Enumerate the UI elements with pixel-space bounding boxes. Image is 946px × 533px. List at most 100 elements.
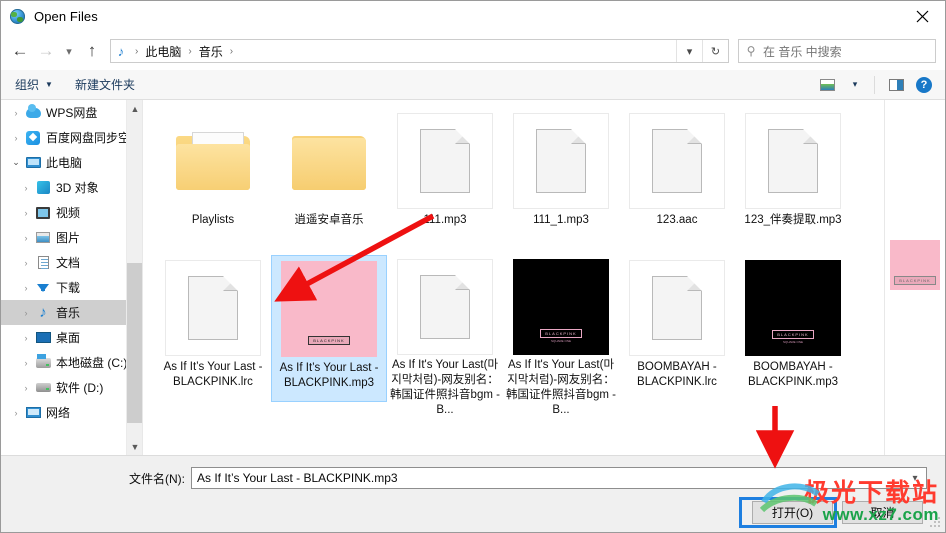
sidebar-item-12[interactable]: › 网络	[1, 400, 142, 425]
chevron-down-icon[interactable]: ⌄	[9, 157, 23, 168]
forward-button[interactable]: →	[33, 38, 59, 64]
file-tile[interactable]: Playlists	[155, 108, 271, 255]
sidebar-item-10[interactable]: › 本地磁盘 (C:)	[1, 350, 142, 375]
thumbnail-frame	[513, 113, 609, 209]
chevron-right-icon[interactable]: ›	[19, 183, 33, 193]
file-thumbnail	[744, 112, 842, 210]
file-name-label: As If It's Your Last(마지막처럼)-网友别名：韩国证件照抖音…	[390, 359, 500, 416]
back-button[interactable]: ←	[7, 38, 33, 64]
sidebar-item-5[interactable]: › 图片	[1, 225, 142, 250]
thumbnail-frame	[397, 259, 493, 355]
file-grid: Playlists 逍遥安卓音乐 111.mp3 111_1.mp3 123.aac 12…	[143, 100, 884, 416]
sidebar-item-label: WPS网盘	[46, 106, 98, 120]
address-bar[interactable]: ♪ › 此电脑 › 音乐 › ▾ ↻	[110, 39, 729, 63]
sidebar-item-3[interactable]: › 3D 对象	[1, 175, 142, 200]
file-thumbnail	[164, 259, 262, 357]
sidebar-item-label: 桌面	[56, 331, 81, 345]
thumbnail-frame	[629, 113, 725, 209]
resize-grip-icon[interactable]	[930, 517, 942, 529]
sidebar-item-8[interactable]: › ♪ 音乐	[1, 300, 142, 325]
scrollbar-thumb[interactable]	[127, 263, 142, 423]
file-tile[interactable]: BLACKPINK As If It’s Your Last - BLACKPIN…	[271, 255, 387, 402]
chevron-right-icon[interactable]: ›	[9, 108, 23, 118]
chevron-down-icon[interactable]: ▼	[127, 438, 142, 455]
file-tile[interactable]: 123.aac	[619, 108, 735, 255]
file-tile[interactable]: BOOMBAYAH - BLACKPINK.lrc	[619, 255, 735, 402]
documents-icon	[33, 256, 53, 269]
breadcrumb-item-this-pc[interactable]: 此电脑	[142, 43, 184, 60]
desktop-icon	[33, 332, 53, 343]
chevron-right-icon[interactable]: ›	[19, 208, 33, 218]
chevron-down-icon[interactable]: ▾	[676, 40, 702, 62]
chevron-right-icon[interactable]: ›	[19, 358, 33, 368]
thumbnail-frame	[745, 113, 841, 209]
help-icon[interactable]: ?	[911, 74, 937, 96]
navigation-pane: › WPS网盘 › 百度网盘同步空间 ⌄ 此电脑 › 3D 对象 › 视频 › 图片 › 文档 › 下载 › ♪ 音…	[1, 100, 142, 455]
file-tile[interactable]: 111_1.mp3	[503, 108, 619, 255]
file-tile[interactable]: BLACKPINK SQUARE ONE As If It's Your Last(…	[503, 255, 619, 416]
sidebar-item-label: 视频	[56, 206, 81, 220]
chevron-down-icon[interactable]: ▾	[904, 473, 926, 484]
preview-pane-icon[interactable]	[883, 74, 909, 96]
document-icon	[188, 276, 238, 340]
chevron-down-icon[interactable]: ▾	[842, 74, 868, 96]
document-icon	[652, 276, 702, 340]
help-glyph: ?	[916, 76, 932, 93]
file-tile[interactable]: 123_伴奏提取.mp3	[735, 108, 851, 255]
sidebar-item-11[interactable]: › 软件 (D:)	[1, 375, 142, 400]
open-button[interactable]: 打开(O)	[752, 501, 833, 524]
sidebar-item-7[interactable]: › 下载	[1, 275, 142, 300]
view-options-icon[interactable]	[814, 74, 840, 96]
sidebar-item-2[interactable]: ⌄ 此电脑	[1, 150, 142, 175]
file-thumbnail	[164, 112, 262, 210]
sidebar-item-label: 3D 对象	[56, 181, 99, 195]
file-tile[interactable]: 111.mp3	[387, 108, 503, 255]
refresh-icon[interactable]: ↻	[702, 40, 728, 62]
breadcrumb-item-music[interactable]: 音乐	[196, 43, 226, 60]
sidebar-item-9[interactable]: › 桌面	[1, 325, 142, 350]
sidebar-item-6[interactable]: › 文档	[1, 250, 142, 275]
file-name-label: BOOMBAYAH - BLACKPINK.mp3	[747, 361, 839, 388]
chevron-right-icon[interactable]: ›	[19, 283, 33, 293]
file-open-dialog: Open Files ← → ▾ ↑ ♪ › 此电脑 › 音乐 › ▾ ↻ ⚲ …	[0, 0, 946, 533]
cancel-button[interactable]: 取消	[842, 501, 923, 524]
file-list-view[interactable]: Playlists 逍遥安卓音乐 111.mp3 111_1.mp3 123.aac 12…	[142, 100, 884, 455]
close-icon[interactable]	[899, 1, 945, 32]
sidebar-item-1[interactable]: › 百度网盘同步空间	[1, 125, 142, 150]
filename-input[interactable]: As If It’s Your Last - BLACKPINK.mp3 ▾	[191, 467, 927, 489]
chevron-right-icon[interactable]: ›	[9, 408, 23, 418]
folder-icon	[292, 132, 366, 190]
chevron-right-icon[interactable]: ›	[9, 133, 23, 143]
recent-locations-button[interactable]: ▾	[59, 38, 79, 64]
thumbnail-frame	[397, 113, 493, 209]
file-tile[interactable]: 逍遥安卓音乐	[271, 108, 387, 255]
file-tile[interactable]: BLACKPINK SQUARE ONE BOOMBAYAH - BLACKPINK…	[735, 255, 851, 402]
organize-button[interactable]: 组织 ▼	[15, 76, 53, 93]
file-tile[interactable]: As If It's Your Last(마지막처럼)-网友别名：韩国证件照抖音…	[387, 255, 503, 416]
sidebar-item-0[interactable]: › WPS网盘	[1, 100, 142, 125]
dialog-footer: 文件名(N): As If It’s Your Last - BLACKPINK…	[1, 406, 945, 532]
document-icon	[420, 275, 470, 339]
chevron-up-icon[interactable]: ▲	[127, 100, 142, 117]
document-icon	[536, 129, 586, 193]
sidebar-scrollbar[interactable]: ▲ ▼	[126, 100, 142, 455]
new-folder-button[interactable]: 新建文件夹	[75, 76, 135, 93]
sidebar-item-label: 图片	[56, 231, 81, 245]
globe-icon	[10, 8, 26, 25]
chevron-right-icon[interactable]: ›	[19, 233, 33, 243]
search-input[interactable]: ⚲ 在 音乐 中搜索	[738, 39, 936, 63]
chevron-right-icon[interactable]: ›	[19, 333, 33, 343]
music-note-icon: ♪	[117, 43, 125, 59]
chevron-right-icon[interactable]: ›	[19, 258, 33, 268]
file-thumbnail	[628, 112, 726, 210]
file-name-label: Playlists	[191, 214, 235, 226]
chevron-right-icon[interactable]: ›	[19, 308, 33, 318]
title-bar: Open Files	[1, 1, 945, 32]
file-name-label: As If It's Your Last(마지막처럼)-网友别名：韩国证件照抖音…	[506, 359, 616, 416]
sidebar-item-4[interactable]: › 视频	[1, 200, 142, 225]
chevron-right-icon[interactable]: ›	[19, 383, 33, 393]
3d-objects-icon	[33, 181, 53, 194]
file-tile[interactable]: As If It’s Your Last - BLACKPINK.lrc	[155, 255, 271, 402]
chevron-down-icon: ▼	[45, 80, 53, 89]
up-button[interactable]: ↑	[79, 38, 105, 64]
